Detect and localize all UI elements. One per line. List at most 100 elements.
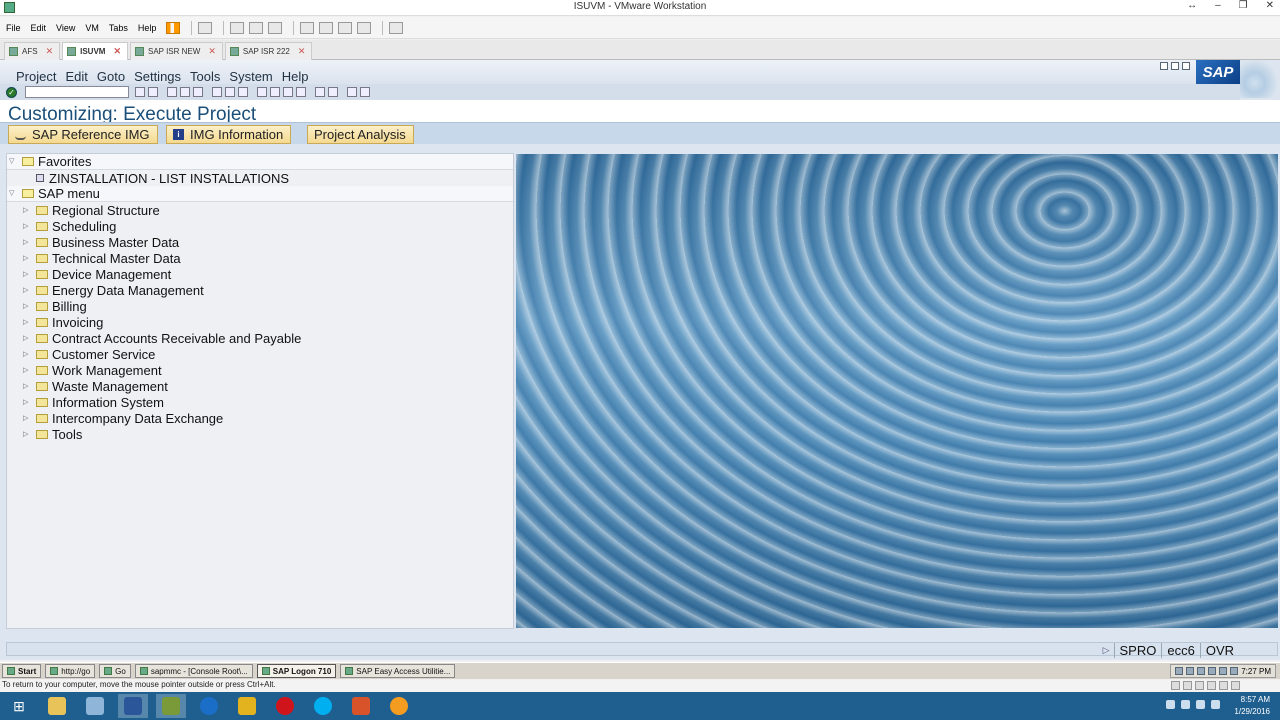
windows-start-icon[interactable]: ⊞	[4, 694, 34, 718]
last-page-icon[interactable]	[296, 87, 306, 97]
command-field[interactable]	[25, 86, 129, 98]
library-icon[interactable]	[300, 21, 315, 34]
vm-tab-sap-isr-new[interactable]: SAP ISR NEW ✕	[130, 42, 223, 60]
send-ctrl-alt-del-icon[interactable]	[198, 21, 213, 34]
exit-icon[interactable]	[180, 87, 190, 97]
host-clock[interactable]: 8:57 AM 1/29/2016	[1234, 694, 1270, 718]
expand-triangle-icon[interactable]: ▷	[23, 207, 30, 214]
tree-item-customer-service[interactable]: ▷ Customer Service	[7, 346, 513, 362]
sap-close-icon[interactable]	[1182, 62, 1190, 70]
vm-tab-sap-isr-222[interactable]: SAP ISR 222 ✕	[224, 42, 313, 60]
tree-node-favorites[interactable]: ▽ Favorites	[7, 154, 513, 170]
expand-triangle-icon[interactable]: ▷	[23, 415, 30, 422]
expand-triangle-icon[interactable]: ▷	[23, 239, 30, 246]
taskbar-item-address[interactable]: http://go	[45, 664, 96, 678]
sap-menu-project[interactable]: Project	[16, 69, 56, 84]
sap-menu-system[interactable]: System	[229, 69, 272, 84]
tree-item-work-management[interactable]: ▷ Work Management	[7, 362, 513, 378]
close-tab-icon[interactable]: ✕	[208, 46, 216, 57]
console-view-icon[interactable]	[389, 21, 404, 34]
save-icon[interactable]	[148, 87, 158, 97]
opera-icon[interactable]	[270, 694, 300, 718]
collapse-triangle-icon[interactable]: ▽	[9, 190, 16, 197]
menu-help[interactable]: Help	[138, 23, 157, 33]
word-icon[interactable]	[118, 694, 148, 718]
close-tab-icon[interactable]: ✕	[46, 46, 54, 57]
tree-item-device-management[interactable]: ▷ Device Management	[7, 266, 513, 282]
tree-item-regional-structure[interactable]: ▷ Regional Structure	[7, 202, 513, 218]
first-page-icon[interactable]	[257, 87, 267, 97]
snapshot-icon[interactable]	[230, 21, 245, 34]
tray-icon[interactable]	[1175, 667, 1184, 675]
sap-menu-goto[interactable]: Goto	[97, 69, 125, 84]
device-icon[interactable]	[1219, 681, 1228, 690]
tree-node-sap-menu[interactable]: ▽ SAP menu	[7, 186, 513, 202]
maximize-button[interactable]: ❐	[1239, 0, 1248, 11]
tree-item-energy-data-management[interactable]: ▷ Energy Data Management	[7, 282, 513, 298]
expand-triangle-icon[interactable]: ▷	[23, 255, 30, 262]
back-icon[interactable]	[135, 87, 145, 97]
start-button[interactable]: Start	[2, 664, 42, 678]
tree-item-information-system[interactable]: ▷ Information System	[7, 394, 513, 410]
skype-icon[interactable]	[308, 694, 338, 718]
menu-tabs[interactable]: Tabs	[109, 23, 128, 33]
media-app-icon[interactable]	[232, 694, 262, 718]
tree-item-billing[interactable]: ▷ Billing	[7, 298, 513, 314]
cancel-icon[interactable]	[193, 87, 203, 97]
flag-icon[interactable]	[1211, 700, 1220, 709]
menu-vm[interactable]: VM	[85, 23, 99, 33]
tree-item-scheduling[interactable]: ▷ Scheduling	[7, 218, 513, 234]
tree-item-waste-management[interactable]: ▷ Waste Management	[7, 378, 513, 394]
menu-edit[interactable]: Edit	[31, 23, 47, 33]
sap-reference-img-button[interactable]: SAP Reference IMG	[8, 125, 158, 144]
tray-icon[interactable]	[1208, 667, 1217, 675]
sap-menu-edit[interactable]: Edit	[65, 69, 87, 84]
sap-menu-settings[interactable]: Settings	[134, 69, 181, 84]
volume-icon[interactable]	[1196, 700, 1205, 709]
thumbnail-bar-icon[interactable]	[319, 21, 334, 34]
expand-triangle-icon[interactable]: ▷	[23, 383, 30, 390]
snapshot-manager-icon[interactable]	[268, 21, 283, 34]
tray-icon[interactable]	[1230, 667, 1239, 675]
device-icon[interactable]	[1195, 681, 1204, 690]
back-arrow-icon[interactable]	[167, 87, 177, 97]
find-icon[interactable]	[225, 87, 235, 97]
tray-icon[interactable]	[1219, 667, 1228, 675]
revert-snapshot-icon[interactable]	[249, 21, 264, 34]
teamviewer-icon[interactable]	[194, 694, 224, 718]
vm-tab-afs[interactable]: AFS ✕	[4, 42, 61, 60]
status-expand-icon[interactable]: ▷	[1098, 645, 1114, 656]
device-icon[interactable]	[1231, 681, 1240, 690]
taskbar-item-sap-logon[interactable]: SAP Logon 710	[256, 664, 337, 678]
tray-icon[interactable]	[1197, 667, 1206, 675]
transaction-code[interactable]: SPRO	[1113, 642, 1162, 658]
device-icon[interactable]	[1183, 681, 1192, 690]
expand-triangle-icon[interactable]: ▷	[23, 367, 30, 374]
layout-menu-icon[interactable]	[360, 87, 370, 97]
print-icon[interactable]	[212, 87, 222, 97]
tree-item-invoicing[interactable]: ▷ Invoicing	[7, 314, 513, 330]
menu-view[interactable]: View	[56, 23, 75, 33]
expand-triangle-icon[interactable]: ▷	[23, 223, 30, 230]
tree-item-contract-accounts[interactable]: ▷ Contract Accounts Receivable and Payabl…	[7, 330, 513, 346]
recorder-icon[interactable]	[346, 694, 376, 718]
expand-triangle-icon[interactable]: ▷	[23, 287, 30, 294]
expand-triangle-icon[interactable]: ▷	[23, 399, 30, 406]
expand-triangle-icon[interactable]: ▷	[23, 335, 30, 342]
project-analysis-button[interactable]: Project Analysis	[307, 125, 414, 144]
tree-item-intercompany-data-exchange[interactable]: ▷ Intercompany Data Exchange	[7, 410, 513, 426]
sap-minimize-icon[interactable]	[1160, 62, 1168, 70]
expand-triangle-icon[interactable]: ▷	[23, 319, 30, 326]
vmware-icon[interactable]	[156, 694, 186, 718]
device-icon[interactable]	[1207, 681, 1216, 690]
full-screen-icon[interactable]	[338, 21, 353, 34]
previous-page-icon[interactable]	[270, 87, 280, 97]
device-icon[interactable]	[1171, 681, 1180, 690]
enter-check-icon[interactable]: ✓	[6, 86, 17, 98]
img-information-button[interactable]: i IMG Information	[166, 125, 292, 144]
menu-file[interactable]: File	[6, 23, 21, 33]
help-icon[interactable]	[347, 87, 357, 97]
expand-triangle-icon[interactable]: ▷	[23, 271, 30, 278]
tree-item-technical-master-data[interactable]: ▷ Technical Master Data	[7, 250, 513, 266]
tree-item-business-master-data[interactable]: ▷ Business Master Data	[7, 234, 513, 250]
